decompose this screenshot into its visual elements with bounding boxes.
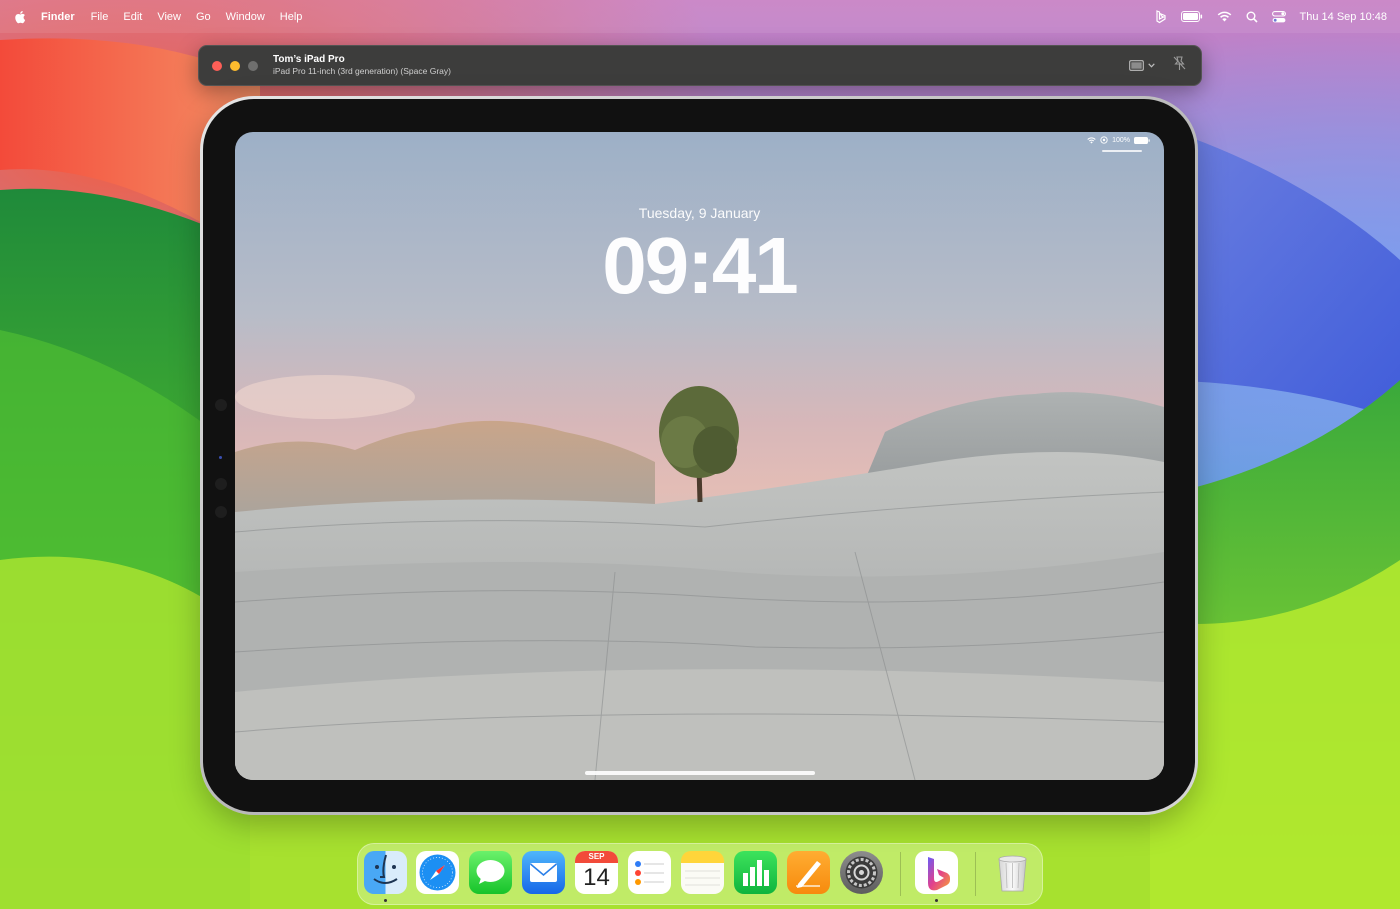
battery-icon[interactable] <box>1180 11 1203 22</box>
flash-sensor-icon <box>219 456 222 459</box>
bing-icon[interactable] <box>915 851 958 894</box>
bing-running-indicator <box>935 899 938 902</box>
calendar-day: 14 <box>583 864 610 891</box>
window-toolbar <box>1129 55 1186 76</box>
finder-icon[interactable] <box>364 851 407 894</box>
front-camera-icon <box>215 399 227 411</box>
system-settings-icon[interactable] <box>840 851 883 894</box>
calendar-month: SEP <box>575 851 618 863</box>
spotlight-search-icon[interactable] <box>1246 11 1258 23</box>
reminders-icon[interactable] <box>628 851 671 894</box>
ipad-battery-percent: 100% <box>1112 136 1130 144</box>
trash-icon[interactable] <box>991 851 1034 894</box>
screen-options-dropdown[interactable] <box>1129 60 1155 71</box>
display-icon <box>1129 60 1144 71</box>
apple-menu-icon[interactable] <box>14 9 28 25</box>
menu-bar: Finder File Edit View Go Window Help Thu… <box>0 0 1400 33</box>
window-title: Tom’s iPad Pro <box>273 54 345 65</box>
lock-screen-date: Tuesday, 9 January <box>638 205 761 221</box>
menu-view[interactable]: View <box>157 11 181 23</box>
bing-menubar-icon[interactable] <box>1155 9 1167 24</box>
lock-screen-time: 09:41 <box>602 221 799 310</box>
zoom-button[interactable] <box>248 60 258 71</box>
finder-running-indicator <box>384 899 387 902</box>
dock-separator <box>975 852 976 896</box>
sensor-icon <box>215 478 227 490</box>
focus-lock-icon <box>1100 136 1108 144</box>
wifi-icon <box>1087 136 1096 143</box>
pin-icon[interactable] <box>1173 55 1186 76</box>
home-indicator[interactable] <box>585 771 815 775</box>
mail-icon[interactable] <box>522 851 565 894</box>
dock: SEP 14 <box>357 843 1043 905</box>
safari-icon[interactable] <box>416 851 459 894</box>
ipad-mirroring-window-titlebar[interactable]: Tom’s iPad Pro iPad Pro 11-inch (3rd gen… <box>198 45 1202 86</box>
menubar-clock[interactable]: Thu 14 Sep 10:48 <box>1300 11 1387 23</box>
menu-edit[interactable]: Edit <box>123 11 142 23</box>
status-underline <box>1102 150 1142 152</box>
wifi-icon[interactable] <box>1217 11 1232 22</box>
ipad-status-bar: 100% <box>1087 136 1150 144</box>
close-button[interactable] <box>212 60 222 71</box>
window-title-group: Tom’s iPad Pro iPad Pro 11-inch (3rd gen… <box>273 54 451 77</box>
battery-icon <box>1134 136 1150 144</box>
numbers-icon[interactable] <box>734 851 777 894</box>
control-center-icon[interactable] <box>1271 10 1286 23</box>
minimize-button[interactable] <box>230 60 240 71</box>
menu-window[interactable]: Window <box>226 11 265 23</box>
window-controls <box>212 60 258 71</box>
chevron-down-icon <box>1148 63 1155 68</box>
dock-separator <box>900 852 901 896</box>
notes-icon[interactable] <box>681 851 724 894</box>
pages-icon[interactable] <box>787 851 830 894</box>
ipad-lock-screen[interactable]: 100% Tuesday, 9 January 09:41 <box>235 132 1164 780</box>
messages-icon[interactable] <box>469 851 512 894</box>
window-subtitle: iPad Pro 11-inch (3rd generation) (Space… <box>273 66 451 76</box>
menu-go[interactable]: Go <box>196 11 211 23</box>
calendar-icon[interactable]: SEP 14 <box>575 851 618 894</box>
menu-file[interactable]: File <box>91 11 109 23</box>
menu-finder[interactable]: Finder <box>41 11 75 23</box>
menu-help[interactable]: Help <box>280 11 303 23</box>
sensor-icon <box>215 506 227 518</box>
